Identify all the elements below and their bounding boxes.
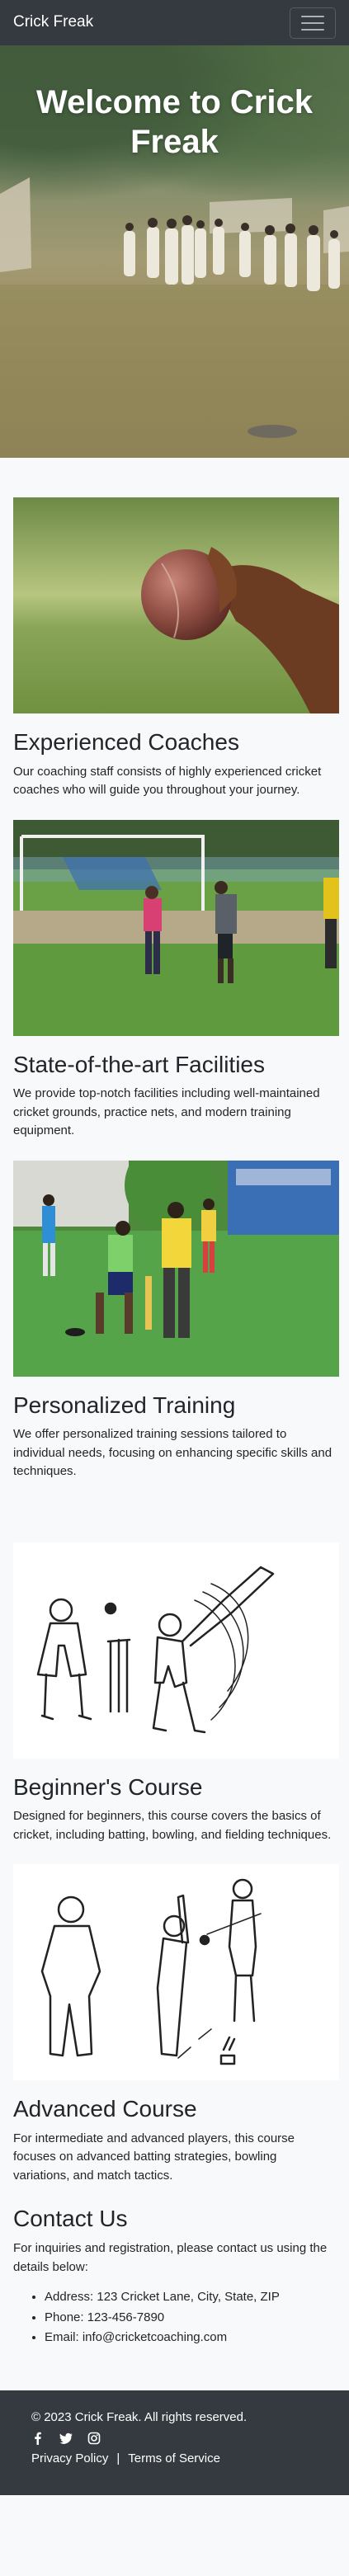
navbar-toggle-button[interactable]: [290, 7, 336, 39]
privacy-policy-link[interactable]: Privacy Policy: [31, 2450, 108, 2469]
contact-email: Email: info@cricketcoaching.com: [45, 2329, 336, 2348]
coach-training-batsman-photo: [13, 1160, 339, 1377]
hero-section: Welcome to Crick Freak: [0, 45, 349, 458]
navbar: Crick Freak: [0, 0, 349, 45]
contact-phone: Phone: 123-456-7890: [45, 2309, 336, 2328]
feature-text-beginner: Designed for beginners, this course cove…: [13, 1809, 332, 1842]
footer-separator: |: [116, 2451, 120, 2466]
contact-address: Address: 123 Cricket Lane, City, State, …: [45, 2288, 336, 2307]
feature-title-advanced: Advanced Course: [13, 2096, 197, 2122]
practice-ground-photo: [13, 819, 339, 1036]
terms-of-service-link[interactable]: Terms of Service: [128, 2450, 220, 2469]
instagram-icon[interactable]: [87, 2432, 101, 2445]
feature-text-facilities: We provide top-notch facilities includin…: [13, 1086, 320, 1138]
feature-text-advanced: For intermediate and advanced players, t…: [13, 2131, 295, 2183]
feature-title-beginner: Beginner's Course: [13, 1773, 203, 1800]
feature-text-coaches: Our coaching staff consists of highly ex…: [13, 764, 322, 798]
feature-image-advanced: [13, 1864, 339, 2081]
feature-title-training: Personalized Training: [13, 1392, 236, 1418]
batsman-sketch-illustration: [13, 1542, 339, 1759]
contact-intro: For inquiries and registration, please c…: [13, 2241, 328, 2274]
feature-image-beginner: [13, 1542, 339, 1759]
brand-link[interactable]: Crick Freak: [13, 11, 93, 35]
feature-text-training: We offer personalized training sessions …: [13, 1427, 332, 1479]
footer: © 2023 Crick Freak. All rights reserved.…: [0, 2390, 349, 2495]
footer-links: Privacy Policy | Terms of Service: [31, 2450, 318, 2469]
contact-title: Contact Us: [13, 2206, 128, 2232]
feature-title-coaches: Experienced Coaches: [13, 729, 239, 755]
feature-image-facilities: [13, 819, 339, 1036]
contact-list: Address: 123 Cricket Lane, City, State, …: [45, 2288, 336, 2348]
footer-copyright: © 2023 Crick Freak. All rights reserved.: [31, 2409, 248, 2424]
feature-image-training: [13, 1160, 339, 1377]
contact-section: Contact Us For inquiries and registratio…: [13, 2205, 336, 2347]
feature-image-coaches: [13, 497, 339, 713]
hamburger-menu-icon: [301, 15, 324, 17]
twitter-icon[interactable]: [59, 2432, 73, 2445]
features-section: Experienced Coaches Our coaching staff c…: [0, 458, 349, 2348]
social-links: [31, 2432, 318, 2446]
facebook-icon[interactable]: [31, 2432, 45, 2446]
cricket-ball-in-hand-photo: [13, 497, 339, 713]
hero-title: Welcome to Crick Freak: [36, 84, 313, 160]
feature-title-facilities: State-of-the-art Facilities: [13, 1051, 265, 1077]
match-sketch-illustration: [13, 1864, 339, 2081]
